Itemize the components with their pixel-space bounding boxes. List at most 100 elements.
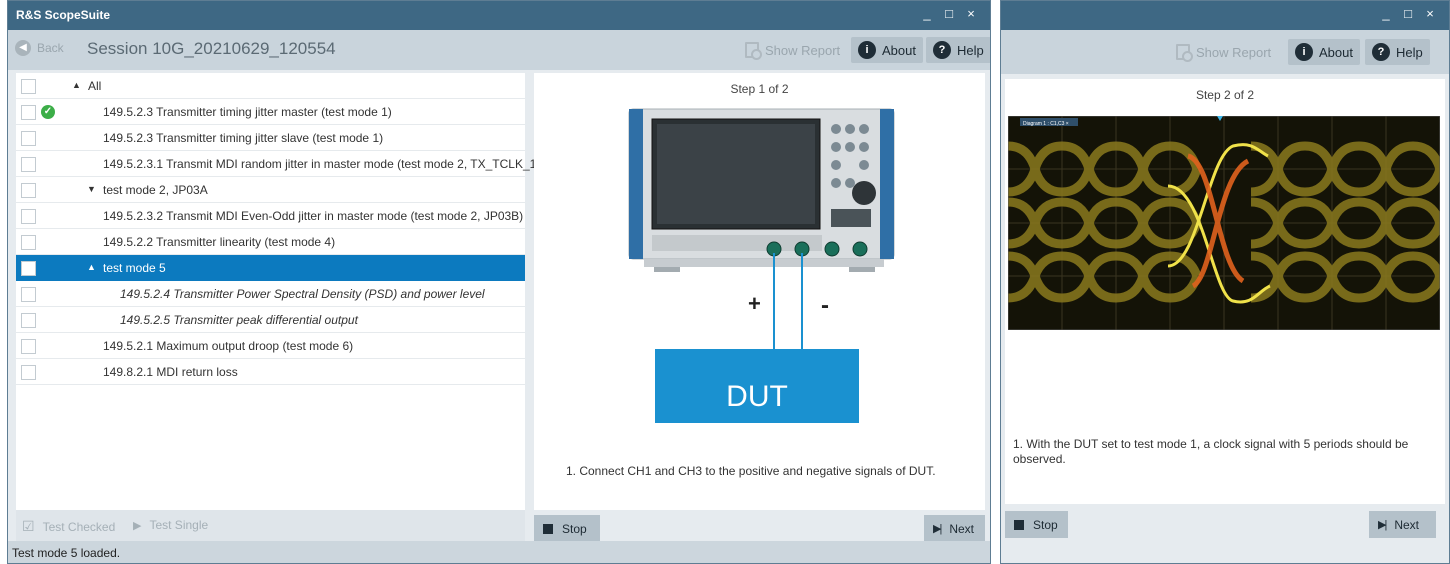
test-single-label: Test Single bbox=[149, 518, 209, 532]
eye-diagram-screenshot: Diagram 1 : C1,C3 × bbox=[1008, 116, 1440, 330]
window-controls: _ □ × bbox=[1375, 6, 1441, 21]
test-single-button[interactable]: ▶ Test Single bbox=[133, 518, 208, 532]
test-label: 149.5.2.4 Transmitter Power Spectral Den… bbox=[120, 287, 485, 301]
back-label: Back bbox=[37, 41, 64, 55]
info-icon: i bbox=[858, 41, 876, 59]
test-action-bar: ☑ Test Checked ▶ Test Single bbox=[16, 510, 525, 542]
row-checkbox[interactable] bbox=[21, 339, 36, 354]
group-label: test mode 2, JP03A bbox=[103, 183, 208, 197]
test-row[interactable]: 149.5.2.3.2 Transmit MDI Even-Odd jitter… bbox=[16, 203, 525, 229]
question-icon: ? bbox=[1372, 43, 1390, 61]
row-checkbox[interactable] bbox=[21, 209, 36, 224]
play-icon: ▶ bbox=[133, 519, 142, 532]
test-row[interactable]: 149.5.2.2 Transmitter linearity (test mo… bbox=[16, 229, 525, 255]
test-checked-label: Test Checked bbox=[42, 519, 116, 534]
minimize-icon[interactable]: _ bbox=[916, 6, 938, 21]
next-button[interactable]: ▶| Next bbox=[1369, 511, 1436, 538]
row-checkbox[interactable] bbox=[21, 79, 36, 94]
stop-label: Stop bbox=[562, 521, 587, 536]
row-checkbox[interactable] bbox=[21, 105, 36, 120]
checklist-icon: ☑ bbox=[22, 518, 35, 534]
test-label: 149.5.2.3.1 Transmit MDI random jitter i… bbox=[103, 157, 554, 171]
oscilloscope-image bbox=[628, 108, 895, 272]
help-label: Help bbox=[1396, 44, 1423, 60]
maximize-icon[interactable]: □ bbox=[938, 6, 960, 21]
skip-next-icon: ▶| bbox=[933, 523, 942, 535]
tree-row-all[interactable]: ▲ All bbox=[16, 73, 525, 99]
toolbar: Show Report i About ? Help bbox=[1001, 30, 1449, 74]
row-checkbox[interactable] bbox=[21, 365, 36, 380]
help-button[interactable]: ? Help bbox=[926, 37, 990, 63]
test-tree: ▲ All ✓ 149.5.2.3 Transmitter timing jit… bbox=[16, 73, 554, 510]
show-report-button[interactable]: Show Report bbox=[1169, 39, 1278, 65]
close-icon[interactable]: × bbox=[1419, 6, 1441, 21]
tree-group-row[interactable]: ▼ test mode 2, JP03A bbox=[16, 177, 525, 203]
test-label: 149.5.2.5 Transmitter peak differential … bbox=[120, 313, 358, 327]
session-title: Session 10G_20210629_120554 bbox=[87, 39, 336, 58]
show-report-button[interactable]: Show Report bbox=[738, 37, 847, 63]
row-checkbox[interactable] bbox=[21, 313, 36, 328]
help-button[interactable]: ? Help bbox=[1365, 39, 1430, 65]
back-button[interactable]: ◀ Back bbox=[15, 40, 64, 56]
row-checkbox[interactable] bbox=[21, 287, 36, 302]
step-instruction: 1. With the DUT set to test mode 1, a cl… bbox=[1013, 437, 1409, 466]
test-row[interactable]: 149.5.2.1 Maximum output droop (test mod… bbox=[16, 333, 525, 359]
test-row[interactable]: 149.5.2.4 Transmitter Power Spectral Den… bbox=[16, 281, 525, 307]
stop-button[interactable]: Stop bbox=[1005, 511, 1068, 538]
test-row[interactable]: 149.5.2.3 Transmitter timing jitter slav… bbox=[16, 125, 525, 151]
test-row[interactable]: 149.5.2.3.1 Transmit MDI random jitter i… bbox=[16, 151, 554, 177]
app-title: R&S ScopeSuite bbox=[16, 8, 111, 22]
dut-label: DUT bbox=[726, 380, 788, 413]
stop-icon bbox=[543, 523, 553, 534]
plus-sign: + bbox=[748, 291, 761, 316]
toolbar: ◀ Back Session 10G_20210629_120554 Show … bbox=[8, 30, 990, 70]
status-bar: Test mode 5 loaded. bbox=[8, 541, 990, 563]
main-window: R&S ScopeSuite _ □ × ◀ Back Session 10G_… bbox=[7, 0, 991, 564]
status-text: Test mode 5 loaded. bbox=[12, 546, 121, 560]
test-label: 149.5.2.3 Transmitter timing jitter mast… bbox=[103, 105, 392, 119]
test-checked-button[interactable]: ☑ Test Checked bbox=[22, 518, 115, 535]
row-checkbox[interactable] bbox=[21, 157, 36, 172]
tree-group-row-selected[interactable]: ▲ test mode 5 bbox=[16, 255, 525, 281]
next-button[interactable]: ▶| Next bbox=[924, 515, 985, 542]
diagram-tab-label: Diagram 1 : C1,C3 × bbox=[1023, 121, 1069, 127]
check-circle-icon: ✓ bbox=[41, 105, 55, 119]
about-button[interactable]: i About bbox=[851, 37, 923, 63]
close-icon[interactable]: × bbox=[960, 6, 982, 21]
connection-diagram: + - DUT bbox=[628, 108, 895, 423]
minimize-icon[interactable]: _ bbox=[1375, 6, 1397, 21]
test-label: 149.5.2.3.2 Transmit MDI Even-Odd jitter… bbox=[103, 209, 524, 223]
step-instruction: 1. Connect CH1 and CH3 to the positive a… bbox=[566, 464, 936, 478]
step-title: Step 1 of 2 bbox=[730, 82, 789, 96]
info-icon: i bbox=[1295, 43, 1313, 61]
next-label: Next bbox=[1394, 517, 1420, 532]
skip-next-icon: ▶| bbox=[1378, 519, 1387, 531]
about-label: About bbox=[1319, 44, 1353, 60]
question-icon: ? bbox=[933, 41, 951, 59]
row-checkbox[interactable] bbox=[21, 183, 36, 198]
about-button[interactable]: i About bbox=[1288, 39, 1360, 65]
report-icon bbox=[745, 42, 762, 60]
row-checkbox[interactable] bbox=[21, 261, 36, 276]
collapse-icon[interactable]: ▲ bbox=[72, 80, 81, 90]
maximize-icon[interactable]: □ bbox=[1397, 6, 1419, 21]
row-checkbox[interactable] bbox=[21, 131, 36, 146]
show-report-label: Show Report bbox=[765, 42, 841, 58]
step-panel: Step 2 of 2 Diagram 1: C1,C3 × 1. With … bbox=[1005, 79, 1445, 504]
about-label: About bbox=[882, 42, 916, 58]
stop-icon bbox=[1014, 519, 1024, 530]
minus-sign: - bbox=[821, 292, 829, 319]
collapse-icon[interactable]: ▲ bbox=[87, 262, 96, 272]
test-row[interactable]: 149.8.2.1 MDI return loss bbox=[16, 359, 525, 385]
test-label: 149.5.2.2 Transmitter linearity (test mo… bbox=[103, 235, 336, 249]
expand-icon[interactable]: ▼ bbox=[87, 184, 96, 194]
stop-button[interactable]: Stop bbox=[534, 515, 600, 542]
test-row[interactable]: ✓ 149.5.2.3 Transmitter timing jitter ma… bbox=[16, 99, 525, 125]
title-bar: _ □ × bbox=[1001, 1, 1449, 30]
row-checkbox[interactable] bbox=[21, 235, 36, 250]
test-row[interactable]: 149.5.2.5 Transmitter peak differential … bbox=[16, 307, 525, 333]
window-controls: _ □ × bbox=[916, 6, 982, 21]
back-arrow-icon: ◀ bbox=[15, 40, 31, 56]
report-icon bbox=[1176, 44, 1193, 62]
test-label: 149.5.2.3 Transmitter timing jitter slav… bbox=[103, 131, 384, 145]
